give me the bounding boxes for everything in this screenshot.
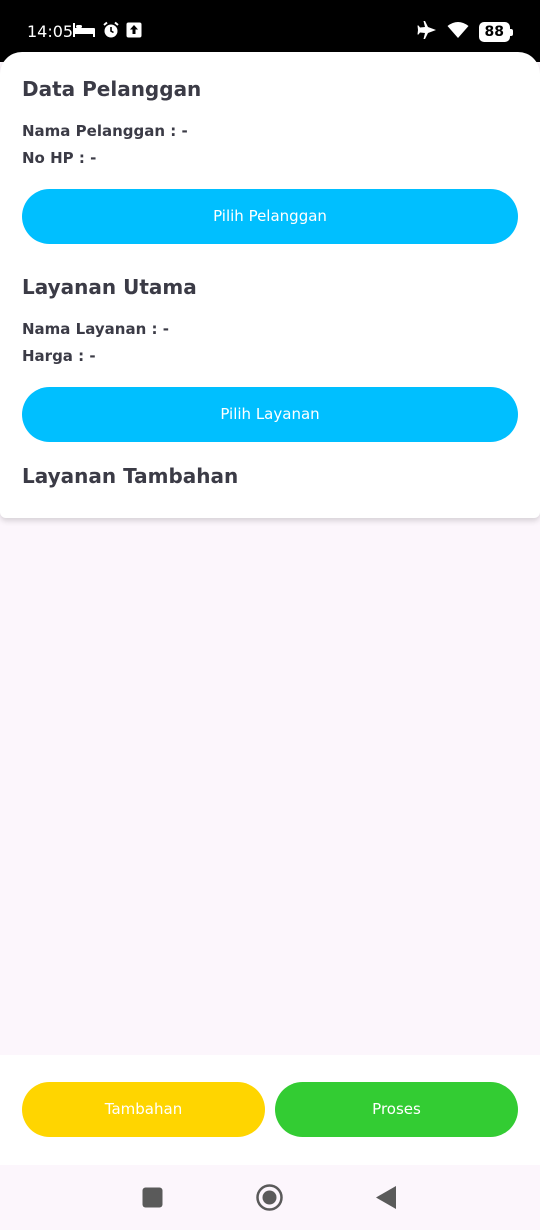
battery-indicator: 88 bbox=[478, 22, 514, 42]
service-price-line: Harga : - bbox=[22, 347, 96, 365]
extra-service-section-title: Layanan Tambahan bbox=[22, 464, 239, 488]
upload-icon bbox=[126, 22, 142, 42]
bed-icon bbox=[72, 22, 96, 42]
back-icon[interactable] bbox=[376, 1186, 396, 1213]
status-right-icons: 88 bbox=[417, 21, 514, 43]
wifi-icon bbox=[447, 21, 469, 43]
select-service-button[interactable]: Pilih Layanan bbox=[22, 387, 518, 442]
status-time: 14:05 bbox=[27, 22, 74, 41]
bottom-action-bar: Tambahan Proses bbox=[0, 1055, 540, 1165]
process-button[interactable]: Proses bbox=[275, 1082, 518, 1137]
main-service-section-title: Layanan Utama bbox=[22, 275, 197, 299]
customer-section-title: Data Pelanggan bbox=[22, 77, 202, 101]
alarm-icon bbox=[102, 21, 120, 43]
select-customer-button[interactable]: Pilih Pelanggan bbox=[22, 189, 518, 244]
status-left-icons bbox=[72, 21, 142, 43]
form-card: Data Pelanggan Nama Pelanggan : - No HP … bbox=[0, 52, 540, 518]
service-name-line: Nama Layanan : - bbox=[22, 320, 169, 338]
airplane-icon bbox=[417, 21, 437, 43]
recent-apps-icon[interactable] bbox=[142, 1187, 163, 1212]
system-nav-bar bbox=[0, 1165, 540, 1230]
extra-button[interactable]: Tambahan bbox=[22, 1082, 265, 1137]
customer-phone-line: No HP : - bbox=[22, 149, 97, 167]
customer-name-line: Nama Pelanggan : - bbox=[22, 122, 188, 140]
home-icon[interactable] bbox=[256, 1184, 283, 1215]
